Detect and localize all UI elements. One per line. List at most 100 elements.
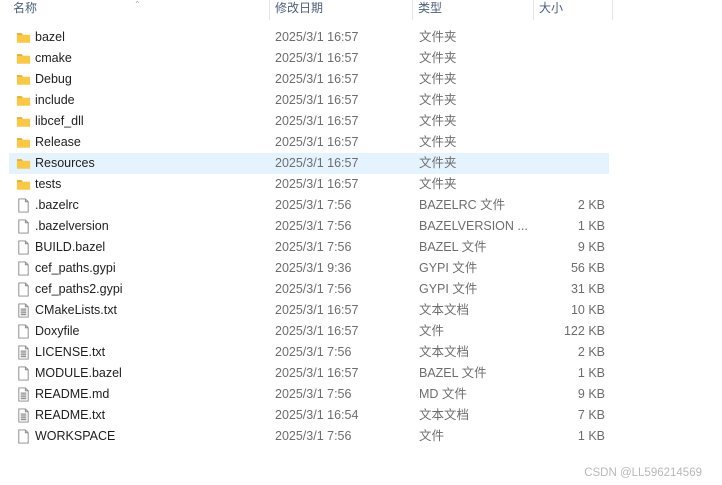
file-row[interactable]: CMakeLists.txt 2025/3/1 16:57 文本文档 10 KB [9, 300, 609, 321]
file-row[interactable]: .bazelversion 2025/3/1 7:56 BAZELVERSION .… [9, 216, 609, 237]
column-header-type[interactable]: 类型 [414, 0, 532, 20]
file-icon [16, 240, 31, 255]
file-date: 2025/3/1 16:57 [275, 366, 359, 380]
file-name: MODULE.bazel [35, 366, 122, 380]
file-type: 文件夹 [419, 135, 457, 149]
file-date: 2025/3/1 7:56 [275, 387, 352, 401]
file-icon [16, 219, 31, 234]
file-type: MD 文件 [419, 387, 467, 401]
file-name: Doxyfile [35, 324, 80, 338]
file-size: 2 KB [577, 198, 605, 212]
file-type: BAZEL 文件 [419, 366, 487, 380]
folder-icon [16, 114, 31, 129]
file-row[interactable]: LICENSE.txt 2025/3/1 7:56 文本文档 2 KB [9, 342, 609, 363]
file-row[interactable]: cef_paths.gypi 2025/3/1 9:36 GYPI 文件 56 KB [9, 258, 609, 279]
file-date: 2025/3/1 9:36 [275, 261, 352, 275]
text-file-icon [16, 408, 31, 423]
file-type: 文件 [419, 324, 445, 338]
file-row[interactable]: .bazelrc 2025/3/1 7:56 BAZELRC 文件 2 KB [9, 195, 609, 216]
folder-icon [16, 30, 31, 45]
file-type: 文件夹 [419, 156, 457, 170]
file-row[interactable]: Resources 2025/3/1 16:57 文件夹 [9, 153, 609, 174]
file-type: BAZELRC 文件 [419, 198, 506, 212]
column-header-bar: 名称 ⌃ 修改日期 类型 大小 [0, 0, 722, 20]
file-type: 文件夹 [419, 72, 457, 86]
column-divider[interactable] [533, 0, 534, 20]
file-name: cmake [35, 51, 72, 65]
file-row[interactable]: README.txt 2025/3/1 16:54 文本文档 7 KB [9, 405, 609, 426]
file-icon [16, 261, 31, 276]
file-date: 2025/3/1 16:57 [275, 114, 359, 128]
file-size: 2 KB [577, 345, 605, 359]
file-date: 2025/3/1 7:56 [275, 198, 352, 212]
column-divider[interactable] [269, 0, 270, 20]
file-name: Debug [35, 72, 72, 86]
watermark: CSDN @LL596214569 [584, 467, 702, 479]
file-date: 2025/3/1 7:56 [275, 240, 352, 254]
file-type: 文本文档 [419, 408, 470, 422]
file-type: BAZEL 文件 [419, 240, 487, 254]
file-icon [16, 324, 31, 339]
file-row[interactable]: include 2025/3/1 16:57 文件夹 [9, 90, 609, 111]
file-name: .bazelrc [35, 198, 79, 212]
file-row[interactable]: cmake 2025/3/1 16:57 文件夹 [9, 48, 609, 69]
file-date: 2025/3/1 7:56 [275, 282, 352, 296]
column-divider[interactable] [412, 0, 413, 20]
file-size: 9 KB [577, 240, 605, 254]
file-name: cef_paths.gypi [35, 261, 116, 275]
text-file-icon [16, 345, 31, 360]
file-size: 122 KB [563, 324, 605, 338]
file-date: 2025/3/1 16:57 [275, 72, 359, 86]
file-date: 2025/3/1 16:54 [275, 408, 359, 422]
file-date: 2025/3/1 7:56 [275, 429, 352, 443]
column-divider[interactable] [612, 0, 613, 20]
file-row[interactable]: bazel 2025/3/1 16:57 文件夹 [9, 27, 609, 48]
file-row[interactable]: tests 2025/3/1 16:57 文件夹 [9, 174, 609, 195]
folder-icon [16, 51, 31, 66]
folder-icon [16, 135, 31, 150]
file-date: 2025/3/1 16:57 [275, 30, 359, 44]
file-name: .bazelversion [35, 219, 109, 233]
file-name: tests [35, 177, 62, 191]
file-row[interactable]: cef_paths2.gypi 2025/3/1 7:56 GYPI 文件 31 KB [9, 279, 609, 300]
file-type: BAZELVERSION ... [419, 219, 528, 233]
file-row[interactable]: BUILD.bazel 2025/3/1 7:56 BAZEL 文件 9 KB [9, 237, 609, 258]
file-type: 文件夹 [419, 177, 457, 191]
file-row[interactable]: README.md 2025/3/1 7:56 MD 文件 9 KB [9, 384, 609, 405]
folder-icon [16, 72, 31, 87]
file-icon [16, 282, 31, 297]
file-size: 1 KB [577, 366, 605, 380]
column-header-date[interactable]: 修改日期 [271, 0, 411, 20]
file-type: 文本文档 [419, 303, 470, 317]
file-row[interactable]: MODULE.bazel 2025/3/1 16:57 BAZEL 文件 1 KB [9, 363, 609, 384]
text-file-icon [16, 387, 31, 402]
sort-arrow-icon: ⌃ [134, 0, 141, 9]
file-size: 9 KB [577, 387, 605, 401]
file-row[interactable]: Doxyfile 2025/3/1 16:57 文件 122 KB [9, 321, 609, 342]
file-type: GYPI 文件 [419, 282, 478, 296]
column-header-size[interactable]: 大小 [535, 0, 611, 20]
folder-icon [16, 93, 31, 108]
file-name: libcef_dll [35, 114, 84, 128]
file-name: BUILD.bazel [35, 240, 106, 254]
file-name: README.md [35, 387, 110, 401]
file-size: 1 KB [577, 429, 605, 443]
file-size: 1 KB [577, 219, 605, 233]
file-row[interactable]: Debug 2025/3/1 16:57 文件夹 [9, 69, 609, 90]
file-date: 2025/3/1 7:56 [275, 345, 352, 359]
text-file-icon [16, 303, 31, 318]
file-row[interactable]: WORKSPACE 2025/3/1 7:56 文件 1 KB [9, 426, 609, 447]
folder-icon [16, 156, 31, 171]
file-type: GYPI 文件 [419, 261, 478, 275]
file-name: WORKSPACE [35, 429, 116, 443]
file-type: 文件 [419, 429, 445, 443]
file-row[interactable]: Release 2025/3/1 16:57 文件夹 [9, 132, 609, 153]
file-name: CMakeLists.txt [35, 303, 117, 317]
file-icon [16, 366, 31, 381]
file-size: 10 KB [570, 303, 605, 317]
file-row[interactable]: libcef_dll 2025/3/1 16:57 文件夹 [9, 111, 609, 132]
file-name: LICENSE.txt [35, 345, 106, 359]
file-name: cef_paths2.gypi [35, 282, 123, 296]
file-size: 31 KB [570, 282, 605, 296]
file-name: bazel [35, 30, 65, 44]
